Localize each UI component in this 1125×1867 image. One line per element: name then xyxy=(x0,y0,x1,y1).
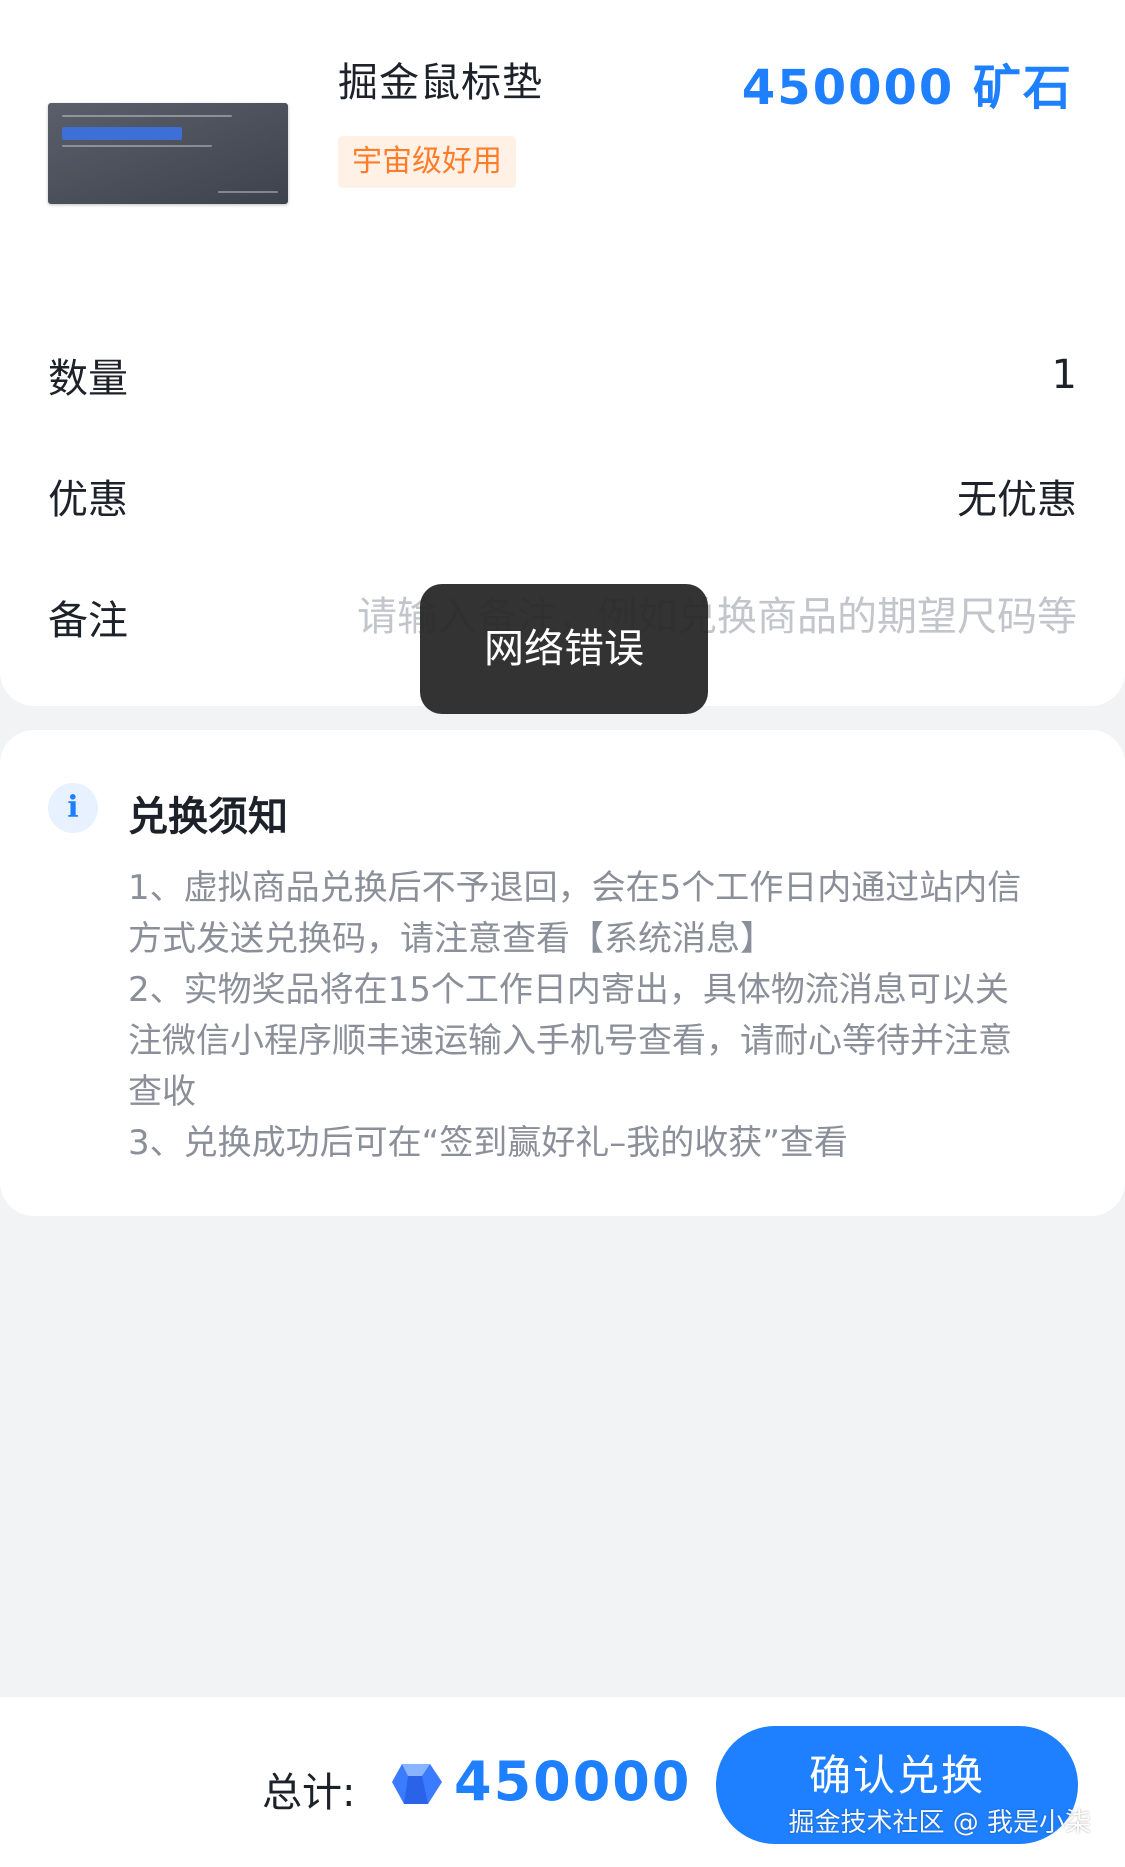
discount-label: 优惠 xyxy=(48,477,128,523)
total-label: 总计: xyxy=(262,1770,356,1816)
notice-line: 注微信小程序顺丰速运输入手机号查看，请耐心等待并注意 xyxy=(128,1021,1012,1061)
remark-label: 备注 xyxy=(48,598,128,644)
notice-line: 2、实物奖品将在15个工作日内寄出，具体物流消息可以关 xyxy=(128,970,1009,1010)
notice-line: 方式发送兑换码，请注意查看【系统消息】 xyxy=(128,919,774,959)
notice-line: 查收 xyxy=(128,1072,196,1112)
total-amount: 450000 xyxy=(454,1750,692,1813)
product-tag: 宇宙级好用 xyxy=(338,136,516,188)
notice-title: 兑换须知 xyxy=(128,794,288,840)
error-toast: 网络错误 xyxy=(420,584,708,714)
product-image-label xyxy=(62,127,182,140)
quantity-value[interactable]: 1 xyxy=(1052,352,1077,398)
notice-line: 3、兑换成功后可在“签到赢好礼–我的收获”查看 xyxy=(128,1123,848,1163)
info-icon: i xyxy=(48,783,98,833)
watermark: 掘金技术社区 @ 我是小柒 xyxy=(788,1808,1091,1838)
quantity-row: 数量 1 xyxy=(48,345,1077,405)
discount-value[interactable]: 无优惠 xyxy=(957,467,1077,525)
product-name: 掘金鼠标垫 xyxy=(338,60,543,106)
product-image xyxy=(48,103,288,204)
notice-body: 1、虚拟商品兑换后不予退回，会在5个工作日内通过站内信 方式发送兑换码，请注意查… xyxy=(128,863,1078,1169)
product-price: 450000 矿石 xyxy=(741,60,1073,116)
notice-line: 1、虚拟商品兑换后不予退回，会在5个工作日内通过站内信 xyxy=(128,868,1022,908)
quantity-label: 数量 xyxy=(48,356,128,402)
discount-row[interactable]: 优惠 无优惠 xyxy=(48,466,1077,526)
ore-gem-icon xyxy=(392,1764,442,1804)
